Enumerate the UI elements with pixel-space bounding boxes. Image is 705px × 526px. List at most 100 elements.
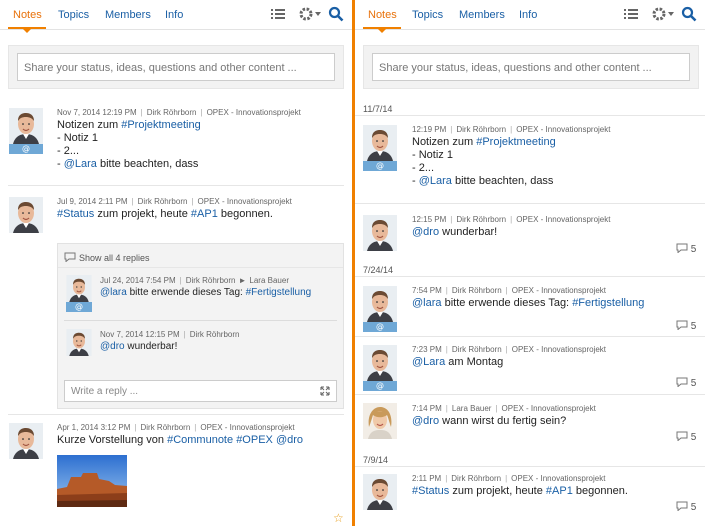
hashtag-link[interactable]: #Status bbox=[57, 208, 94, 220]
comment-count[interactable]: 5 bbox=[676, 501, 696, 513]
mention-link[interactable]: @lara bbox=[100, 287, 127, 298]
post-author[interactable]: Dirk Röhrborn bbox=[456, 215, 506, 224]
mention-link[interactable]: @Lara bbox=[412, 356, 445, 368]
post-topic[interactable]: OPEX - Innovationsprojekt bbox=[502, 404, 596, 413]
post-author[interactable]: Dirk Röhrborn bbox=[451, 474, 501, 483]
avatar[interactable] bbox=[363, 474, 397, 510]
favorite-star-icon[interactable]: ☆ bbox=[333, 511, 344, 525]
avatar[interactable]: @ bbox=[363, 286, 397, 332]
avatar[interactable] bbox=[363, 215, 397, 251]
reply-date[interactable]: Jul 24, 2014 7:54 PM bbox=[100, 276, 176, 285]
attached-photo[interactable] bbox=[57, 455, 127, 507]
mention-link[interactable]: @dro bbox=[100, 341, 125, 352]
avatar[interactable] bbox=[9, 197, 43, 233]
post-topic[interactable]: OPEX - Innovationsprojekt bbox=[207, 108, 301, 117]
share-input[interactable]: Share your status, ideas, questions and … bbox=[372, 53, 690, 81]
settings-gear-icon[interactable] bbox=[651, 6, 675, 25]
tab-notes[interactable]: Notes bbox=[13, 9, 42, 21]
post-text: bitte beachten, dass bbox=[451, 175, 554, 187]
share-box: Share your status, ideas, questions and … bbox=[8, 45, 344, 89]
hashtag-link[interactable]: #Communote bbox=[167, 434, 233, 446]
post-topic[interactable]: OPEX - Innovationsprojekt bbox=[200, 423, 294, 432]
post-time[interactable]: 12:15 PM bbox=[412, 215, 446, 224]
post-text: am Montag bbox=[445, 356, 504, 368]
expand-icon[interactable] bbox=[320, 386, 330, 396]
comment-count[interactable]: 5 bbox=[676, 243, 696, 255]
write-reply-input[interactable]: Write a reply ... bbox=[64, 380, 337, 402]
tab-info[interactable]: Info bbox=[519, 9, 537, 21]
post-meta: 7:23 PM | Dirk Röhrborn | OPEX - Innovations… bbox=[412, 345, 607, 354]
avatar[interactable]: @ bbox=[9, 108, 43, 154]
hashtag-link[interactable]: #Fertigstellung bbox=[246, 287, 312, 298]
tab-members[interactable]: Members bbox=[459, 9, 505, 21]
mention-link[interactable]: @Lara bbox=[64, 158, 97, 170]
post-topic[interactable]: OPEX - Innovationsprojekt bbox=[511, 474, 605, 483]
tab-info[interactable]: Info bbox=[165, 9, 183, 21]
search-icon[interactable] bbox=[681, 6, 697, 25]
post-author[interactable]: Dirk Röhrborn bbox=[138, 197, 188, 206]
post-time[interactable]: 7:54 PM bbox=[412, 286, 442, 295]
date-group-header: 11/7/14 bbox=[363, 104, 393, 114]
post-divider bbox=[355, 394, 705, 395]
tab-topics[interactable]: Topics bbox=[58, 9, 89, 21]
comment-count[interactable]: 5 bbox=[676, 431, 696, 443]
post-date[interactable]: Jul 9, 2014 2:11 PM bbox=[57, 197, 128, 206]
post-author[interactable]: Dirk Röhrborn bbox=[452, 286, 502, 295]
avatar[interactable]: @ bbox=[363, 345, 397, 391]
comment-icon bbox=[676, 501, 688, 511]
mention-link[interactable]: @dro bbox=[276, 434, 303, 446]
hashtag-link[interactable]: #AP1 bbox=[546, 485, 573, 497]
settings-gear-icon[interactable] bbox=[298, 6, 322, 25]
avatar[interactable]: @ bbox=[66, 275, 100, 312]
post-topic[interactable]: OPEX - Innovationsprojekt bbox=[512, 345, 606, 354]
post-text: - Notiz 1 bbox=[57, 132, 98, 144]
post-author[interactable]: Dirk Röhrborn bbox=[452, 345, 502, 354]
tab-notes[interactable]: Notes bbox=[368, 9, 397, 21]
list-view-icon[interactable] bbox=[270, 6, 286, 25]
reply-recipient[interactable]: Lara Bauer bbox=[249, 276, 289, 285]
post-author[interactable]: Lara Bauer bbox=[452, 404, 492, 413]
post-topic[interactable]: OPEX - Innovationsprojekt bbox=[516, 215, 610, 224]
reply-author[interactable]: Dirk Röhrborn bbox=[190, 330, 240, 339]
post-topic[interactable]: OPEX - Innovationsprojekt bbox=[198, 197, 292, 206]
search-icon[interactable] bbox=[328, 6, 344, 25]
comment-count-value: 5 bbox=[690, 321, 697, 332]
post-topic[interactable]: OPEX - Innovationsprojekt bbox=[512, 286, 606, 295]
post-time[interactable]: 2:11 PM bbox=[412, 474, 441, 483]
comment-count[interactable]: 5 bbox=[676, 377, 696, 389]
post-author[interactable]: Dirk Röhrborn bbox=[147, 108, 197, 117]
avatar[interactable] bbox=[66, 329, 100, 365]
post-time[interactable]: 7:23 PM bbox=[412, 345, 442, 354]
tab-members[interactable]: Members bbox=[105, 9, 151, 21]
mention-link[interactable]: @dro bbox=[412, 226, 439, 238]
show-all-replies-link[interactable]: Show all 4 replies bbox=[64, 252, 150, 263]
tab-topics[interactable]: Topics bbox=[412, 9, 443, 21]
list-view-icon[interactable] bbox=[623, 6, 639, 25]
post-author[interactable]: Dirk Röhrborn bbox=[140, 423, 190, 432]
hashtag-link[interactable]: #Projektmeeting bbox=[121, 119, 201, 131]
post-date[interactable]: Apr 1, 2014 3:12 PM bbox=[57, 423, 130, 432]
comment-count[interactable]: 5 bbox=[676, 320, 696, 332]
mention-link[interactable]: @lara bbox=[412, 297, 442, 309]
hashtag-link[interactable]: #OPEX bbox=[236, 434, 273, 446]
mention-link[interactable]: @Lara bbox=[419, 175, 452, 187]
post-time[interactable]: 7:14 PM bbox=[412, 404, 442, 413]
mention-link[interactable]: @dro bbox=[412, 415, 439, 427]
hashtag-link[interactable]: #Fertigstellung bbox=[572, 297, 644, 309]
post-time[interactable]: 12:19 PM bbox=[412, 125, 446, 134]
post-author[interactable]: Dirk Röhrborn bbox=[456, 125, 506, 134]
reply-author[interactable]: Dirk Röhrborn bbox=[186, 276, 236, 285]
avatar[interactable]: @ bbox=[363, 125, 397, 171]
hashtag-link[interactable]: #AP1 bbox=[191, 208, 218, 220]
topic-navbar: Notes Topics Members Info bbox=[0, 0, 352, 33]
reply-date[interactable]: Nov 7, 2014 12:15 PM bbox=[100, 330, 180, 339]
hashtag-link[interactable]: #Projektmeeting bbox=[476, 136, 556, 148]
post-date[interactable]: Nov 7, 2014 12:19 PM bbox=[57, 108, 137, 117]
share-input[interactable]: Share your status, ideas, questions and … bbox=[17, 53, 335, 81]
post-meta: 7:54 PM | Dirk Röhrborn | OPEX - Innovations… bbox=[412, 286, 607, 295]
hashtag-link[interactable]: #Status bbox=[412, 485, 449, 497]
avatar[interactable] bbox=[363, 403, 397, 439]
post-text: - bbox=[57, 158, 64, 170]
post-topic[interactable]: OPEX - Innovationsprojekt bbox=[516, 125, 610, 134]
avatar[interactable] bbox=[9, 423, 43, 459]
